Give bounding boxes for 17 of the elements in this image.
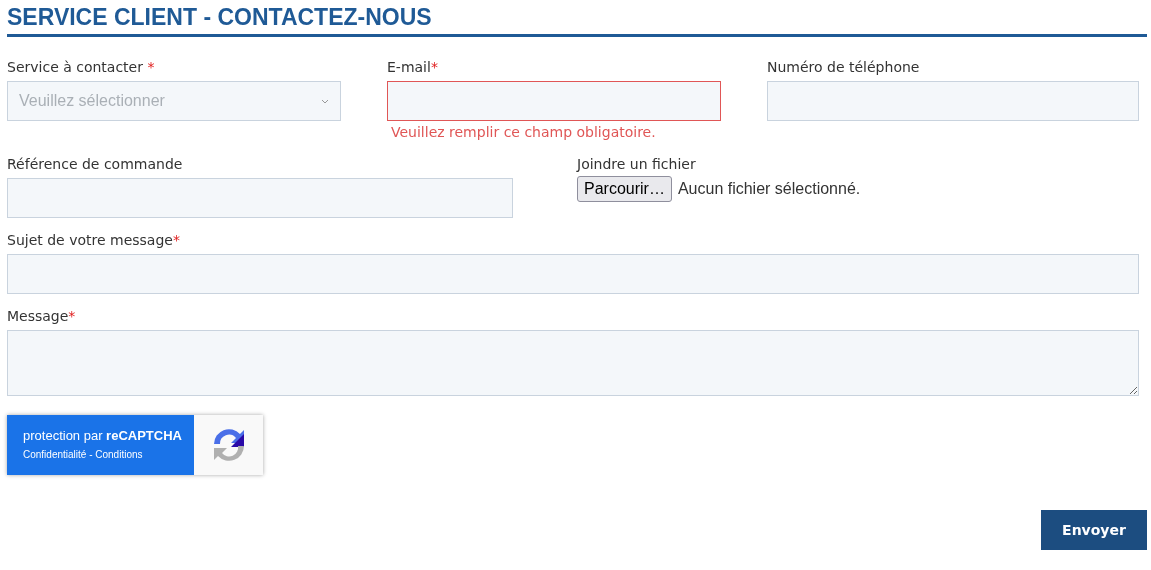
page-title: SERVICE CLIENT - CONTACTEZ-NOUS bbox=[7, 4, 432, 30]
captcha-links[interactable]: Confidentialité - Conditions bbox=[23, 448, 143, 462]
chevron-icon bbox=[321, 98, 329, 104]
field-label: Joindre un fichier bbox=[577, 155, 696, 174]
input-field[interactable] bbox=[387, 81, 721, 121]
error-message: Veuillez remplir ce champ obligatoire. bbox=[391, 123, 656, 142]
file-status: Aucun fichier sélectionné. bbox=[677, 179, 861, 199]
field-label: Message* bbox=[7, 307, 76, 326]
field-label: Sujet de votre message* bbox=[7, 231, 180, 250]
message-field[interactable] bbox=[7, 330, 1139, 396]
field-label: E-mail* bbox=[387, 58, 438, 77]
field-label: Référence de commande bbox=[7, 155, 183, 174]
send-button[interactable]: Envoyer bbox=[1041, 510, 1147, 550]
field-label: Service à contacter * bbox=[7, 58, 155, 77]
browse-button[interactable]: Parcourir… bbox=[577, 176, 672, 202]
field-label: Numéro de téléphone bbox=[767, 58, 920, 77]
captcha-text: protection par reCAPTCHA bbox=[23, 428, 182, 444]
